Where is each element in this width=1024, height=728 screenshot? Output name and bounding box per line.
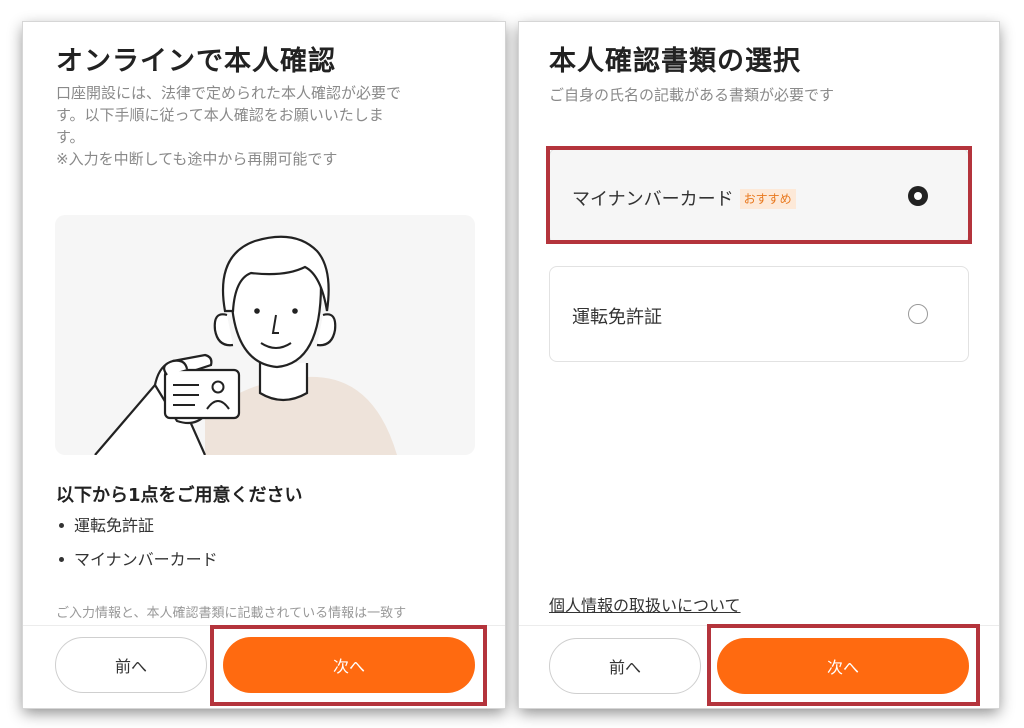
bullet-icon — [59, 522, 64, 528]
intro-line: 口座開設には、法律で定められた本人確認が必要で — [56, 84, 402, 102]
privacy-policy-link[interactable]: 個人情報の取扱いについて — [549, 592, 741, 616]
document-name: マイナンバーカード — [74, 550, 218, 569]
info-notice: ご入力情報と、本人確認書類に記載されている情報は一致す — [56, 606, 407, 621]
radio-unselected-icon[interactable] — [908, 304, 928, 324]
prev-button[interactable]: 前へ — [549, 638, 701, 694]
intro-line: ※入力を中断しても途中から再開可能です — [56, 150, 338, 168]
option-mynumber-card[interactable]: マイナンバーカード おすすめ — [549, 148, 969, 244]
next-button[interactable]: 次へ — [717, 638, 969, 694]
next-button[interactable]: 次へ — [223, 637, 475, 693]
list-item: 運転免許証 — [56, 515, 218, 549]
intro-line: す。 — [56, 128, 85, 146]
page-title: オンラインで本人確認 — [56, 46, 336, 77]
id-card-person-illustration — [55, 215, 475, 455]
document-list: 運転免許証 マイナンバーカード — [56, 515, 218, 583]
intro-text: 口座開設には、法律で定められた本人確認が必要で す。以下手順に従って本人確認をお… — [56, 82, 476, 170]
recommended-badge: おすすめ — [739, 189, 796, 209]
document-name: 運転免許証 — [74, 516, 155, 535]
option-name: マイナンバーカード — [572, 189, 734, 210]
option-name: 運転免許証 — [572, 307, 662, 328]
list-item: マイナンバーカード — [56, 549, 218, 583]
page-title: 本人確認書類の選択 — [549, 46, 801, 77]
bullet-icon — [59, 556, 64, 562]
radio-selected-icon[interactable] — [908, 186, 928, 206]
prev-button[interactable]: 前へ — [55, 637, 207, 693]
option-label: マイナンバーカード おすすめ — [572, 185, 796, 211]
option-drivers-license[interactable]: 運転免許証 — [549, 266, 969, 362]
intro-line: す。以下手順に従って本人確認をお願いいたしま — [56, 106, 384, 124]
right-phone-screen: 本人確認書類の選択 ご自身の氏名の記載がある書類が必要です マイナンバーカードお… — [519, 22, 999, 708]
left-phone-screen: オンラインで本人確認 口座開設には、法律で定められた本人確認が必要で す。以下手… — [23, 22, 505, 708]
subtitle: ご自身の氏名の記載がある書類が必要です — [549, 86, 835, 104]
prepare-heading: 以下から1点をご用意ください — [56, 485, 303, 506]
